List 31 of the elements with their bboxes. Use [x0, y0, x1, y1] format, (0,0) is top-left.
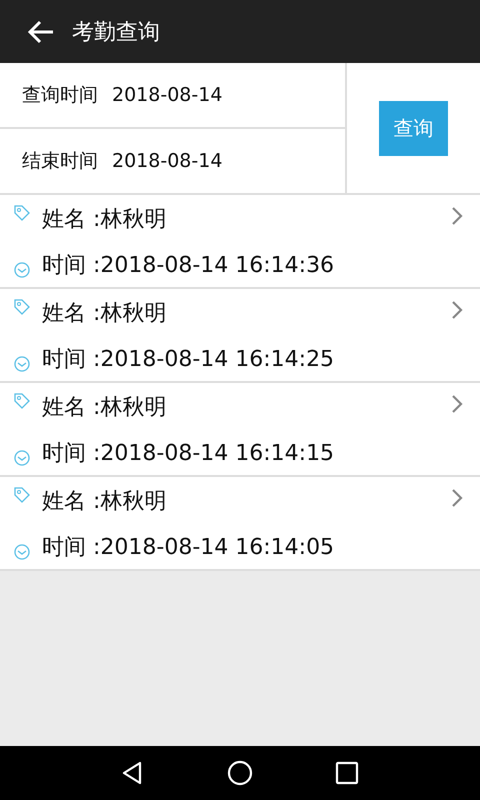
record-time: 时间 :2018-08-14 16:14:25 — [42, 346, 336, 374]
home-icon[interactable] — [226, 760, 253, 786]
tag-icon — [13, 204, 31, 222]
employee-name: 姓名 :林秋明 — [42, 206, 168, 234]
screen-title: 考勤查询 — [72, 18, 160, 46]
employee-name: 姓名 :林秋明 — [42, 488, 168, 516]
tag-icon — [13, 298, 31, 316]
chevron-right-icon — [450, 487, 464, 509]
chevron-right-icon — [450, 393, 464, 415]
clock-icon — [13, 449, 31, 467]
record-item[interactable]: 姓名 :林秋明 时间 :2018-08-14 16:14:36 — [0, 195, 480, 289]
employee-name: 姓名 :林秋明 — [42, 394, 168, 422]
field-label: 查询时间 — [22, 83, 98, 108]
date-field[interactable]: 2018-08-14 — [112, 84, 222, 106]
clock-icon — [13, 261, 31, 279]
record-item[interactable]: 姓名 :林秋明 时间 :2018-08-14 16:14:05 — [0, 477, 480, 571]
record-item[interactable]: 姓名 :林秋明 时间 :2018-08-14 16:14:25 — [0, 289, 480, 383]
field-label: 结束时间 — [22, 149, 98, 174]
chevron-right-icon — [450, 205, 464, 227]
record-item[interactable]: 姓名 :林秋明 时间 :2018-08-14 16:14:15 — [0, 383, 480, 477]
tag-icon — [13, 486, 31, 504]
record-time: 时间 :2018-08-14 16:14:15 — [42, 440, 336, 468]
tag-icon — [13, 392, 31, 410]
record-time: 时间 :2018-08-14 16:14:36 — [42, 252, 336, 280]
date-field[interactable]: 2018-08-14 — [112, 150, 222, 172]
clock-icon — [13, 543, 31, 561]
employee-name: 姓名 :林秋明 — [42, 300, 168, 328]
clock-icon — [13, 355, 31, 373]
chevron-right-icon — [450, 299, 464, 321]
record-time: 时间 :2018-08-14 16:14:05 — [42, 534, 336, 562]
recents-icon[interactable] — [334, 760, 360, 786]
